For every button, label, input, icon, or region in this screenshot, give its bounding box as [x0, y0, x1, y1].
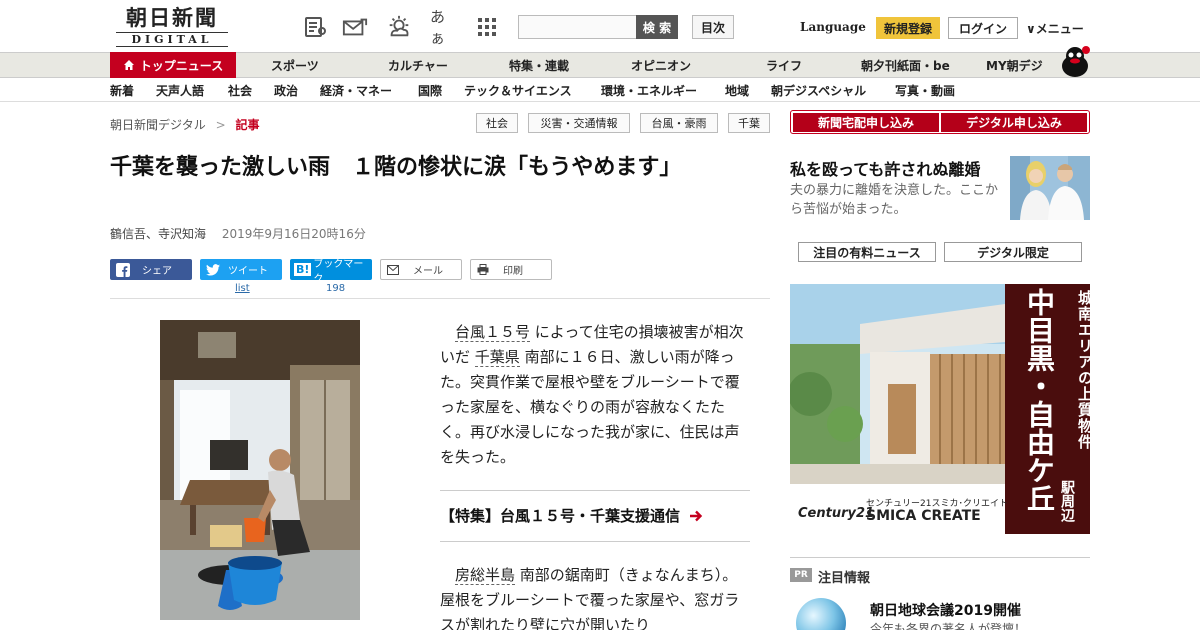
feature-title[interactable]: 私を殴っても許されぬ離婚 [790, 156, 980, 180]
article-authors: 鶴信吾、寺沢知海 [110, 227, 207, 241]
subnav-economy[interactable]: 経済・マネー [320, 82, 392, 99]
nav-item-life[interactable]: ライフ [766, 53, 802, 78]
facebook-share-label: シェア [142, 266, 172, 277]
subnav-environment[interactable]: 環境・エネルギー [601, 82, 697, 99]
link-chiba-pref[interactable]: 千葉県 [474, 348, 520, 367]
subscribe-digital-button[interactable]: デジタル申し込み [941, 113, 1087, 132]
site-header: 朝日新聞 DIGITAL あぁ 検 索 目次 Language 新規登録 ログイ… [0, 0, 1200, 52]
hatena-bookmark-label: ブックマーク [313, 258, 364, 285]
article-title: 千葉を襲った激しい雨 １階の惨状に涙「もうやめます」 [110, 155, 682, 180]
nav-item-papers[interactable]: 朝夕刊紙面・be [861, 53, 950, 78]
tag-typhoon[interactable]: 台風・豪雨 [640, 113, 718, 133]
subnav-society[interactable]: 社会 [228, 82, 252, 99]
subnav-tech[interactable]: テック＆サイエンス [464, 82, 572, 99]
toc-button[interactable]: 目次 [692, 15, 734, 39]
search-button[interactable]: 検 索 [636, 15, 678, 39]
ad-line-2: 中目黒・自由ケ丘 [1023, 288, 1056, 512]
link-boso[interactable]: 房総半島 [455, 566, 516, 585]
nav-item-features[interactable]: 特集・連載 [509, 53, 569, 78]
nav-item-opinion[interactable]: オピニオン [631, 53, 691, 78]
divider [440, 490, 750, 491]
divider [440, 541, 750, 542]
twitter-icon [206, 263, 220, 276]
hatena-count: 198 [326, 283, 346, 294]
logo-jp: 朝日新聞 [126, 5, 218, 30]
grid-icon[interactable] [474, 14, 500, 40]
ad-line-1: 城南エリアの上質物件 [1076, 290, 1090, 450]
subnav-new[interactable]: 新着 [110, 82, 134, 99]
twitter-tweet-label: ツイート [228, 266, 268, 277]
ad-line-3: 駅周辺 [1059, 480, 1075, 522]
subnav-special[interactable]: 朝デジスペシャル [771, 82, 866, 99]
feature-desc: 夫の暴力に離婚を決意した。ここから苦悩が始まった。 [790, 183, 999, 217]
home-icon [123, 60, 134, 70]
hatena-bookmark-button[interactable]: B! ブックマーク [290, 259, 372, 285]
article-paragraph-2: 房総半島 南部の鋸南町（きょなんまち）。屋根をブルーシートで覆った家屋や、窓ガラ… [440, 563, 746, 630]
subnav-politics[interactable]: 政治 [274, 82, 298, 99]
nav-item-culture[interactable]: カルチャー [388, 53, 448, 78]
print-button[interactable]: 印刷 [470, 259, 552, 280]
weather-icon[interactable] [386, 14, 412, 40]
link-typhoon15[interactable]: 台風１５号 [455, 323, 531, 342]
sub-nav: 新着 天声人語 社会 政治 経済・マネー 国際 テック＆サイエンス 環境・エネル… [0, 78, 1200, 102]
nav-item-my[interactable]: MY朝デジ [986, 53, 1043, 78]
feature-image[interactable] [1010, 156, 1090, 220]
subnav-world[interactable]: 国際 [418, 82, 442, 99]
mail-small-icon [387, 264, 399, 275]
tag-society[interactable]: 社会 [476, 113, 518, 133]
menu-button[interactable]: ∨メニュー [1026, 20, 1084, 37]
site-logo[interactable]: 朝日新聞 DIGITAL [116, 6, 228, 48]
arrow-right-icon [690, 510, 703, 522]
mail-share-button[interactable]: メール [380, 259, 462, 280]
subscribe-paper-button[interactable]: 新聞宅配申し込み [793, 113, 939, 132]
special-feature-label: 【特集】台風１５号・千葉支援通信 [440, 507, 681, 525]
article-paragraph-1: 台風１５号 によって住宅の損壊被害が相次いだ 千葉県 南部に１６日、激しい雨が降… [440, 320, 746, 470]
breadcrumb: 朝日新聞デジタル > 記事 [110, 116, 260, 133]
twitter-count[interactable]: list [235, 283, 250, 294]
subnav-photo[interactable]: 写真・動画 [895, 82, 955, 99]
pr-badge: PR [790, 568, 812, 582]
search-input[interactable] [518, 15, 636, 39]
newspaper-icon[interactable] [302, 14, 328, 40]
nav-top-label: トップニュース [139, 58, 224, 73]
language-link[interactable]: Language [800, 20, 866, 34]
print-icon [477, 264, 489, 275]
advertisement[interactable]: 城南エリアの上質物件 中目黒・自由ケ丘 駅周辺 Century21 センチュリー… [790, 284, 1090, 534]
facebook-icon [116, 262, 130, 277]
print-label: 印刷 [503, 266, 523, 277]
pr-desc: 今年も各界の著名人が登壇！ [870, 622, 1027, 630]
globe-icon[interactable] [796, 598, 846, 630]
hatena-icon: B! [294, 263, 312, 276]
article-photo[interactable] [160, 320, 360, 620]
divider [790, 557, 1090, 558]
ad-company-en: SMICA CREATE [866, 508, 981, 524]
nav-item-sports[interactable]: スポーツ [271, 53, 319, 78]
pr-label: 注目情報 [818, 571, 871, 586]
special-feature-link[interactable]: 【特集】台風１５号・千葉支援通信 [440, 505, 703, 526]
mail-icon[interactable] [342, 14, 368, 40]
signup-button[interactable]: 新規登録 [876, 17, 940, 39]
nav-item-top-news[interactable]: トップニュース [110, 52, 236, 78]
tag-disaster[interactable]: 災害・交通情報 [528, 113, 630, 133]
twitter-tweet-button[interactable]: ツイート [200, 259, 282, 280]
subnav-tensei[interactable]: 天声人語 [156, 82, 204, 99]
pr-title[interactable]: 朝日地球会議2019開催 [870, 600, 1021, 620]
subnav-local[interactable]: 地域 [725, 82, 749, 99]
login-button[interactable]: ログイン [948, 17, 1018, 39]
article-byline: 鶴信吾、寺沢知海 2019年9月16日20時16分 [110, 225, 366, 242]
mail-share-label: メール [413, 266, 443, 277]
tag-chiba[interactable]: 千葉 [728, 113, 770, 133]
divider [110, 298, 770, 299]
article-datetime: 2019年9月16日20時16分 [221, 227, 366, 241]
facebook-share-button[interactable]: シェア [110, 259, 192, 280]
ad-brand-logo: Century21 [798, 506, 875, 521]
breadcrumb-current: 記事 [235, 118, 260, 132]
tab-paid-news[interactable]: 注目の有料ニュース [798, 242, 936, 262]
breadcrumb-home[interactable]: 朝日新聞デジタル [110, 118, 206, 132]
font-size-icon[interactable]: あぁ [430, 8, 456, 47]
mascot-icon[interactable] [1058, 44, 1092, 78]
breadcrumb-sep: > [215, 118, 226, 132]
logo-en: DIGITAL [116, 32, 228, 47]
tab-digital-limited[interactable]: デジタル限定 [944, 242, 1082, 262]
